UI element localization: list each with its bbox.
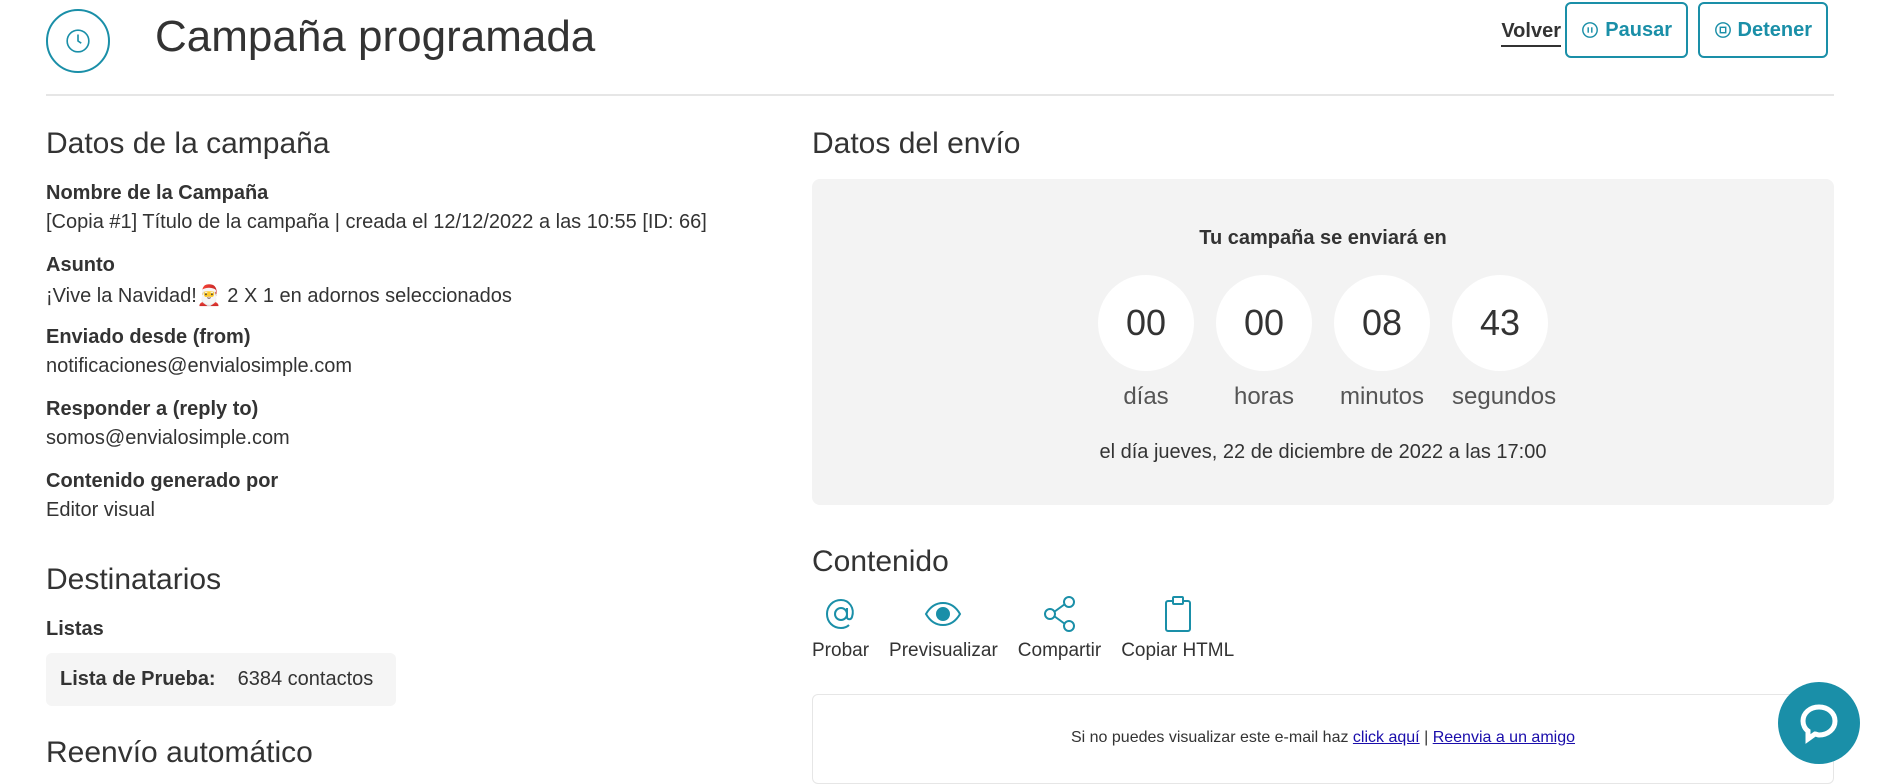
list-item: Lista de Prueba: 6384 contactos: [46, 653, 396, 706]
clock-icon: [46, 9, 110, 73]
countdown-seconds-label: segundos: [1452, 383, 1557, 410]
list-count: 6384 contactos: [237, 668, 374, 690]
send-date: el día jueves, 22 de diciembre de 2022 a…: [1099, 441, 1547, 463]
countdown-days-label: días: [1123, 383, 1169, 410]
countdown-hours: 00 horas: [1216, 275, 1312, 411]
countdown-seconds: 43 segundos: [1452, 275, 1557, 411]
countdown-units: 00 días 00 horas 08 minutos 43 segundos: [812, 275, 1834, 411]
countdown-minutes-label: minutos: [1339, 383, 1425, 410]
reply-to-value: somos@envialosimple.com: [46, 427, 290, 449]
share-icon: [1043, 596, 1075, 632]
countdown-days: 00 días: [1098, 275, 1194, 411]
click-here-link[interactable]: click aquí: [1353, 729, 1420, 746]
countdown-panel: Tu campaña se enviará en 00 días 00 hora…: [812, 179, 1834, 505]
share-button[interactable]: Compartir: [1018, 594, 1101, 662]
subject-value: ¡Vive la Navidad!🎅 2 X 1 en adornos sele…: [46, 285, 512, 307]
test-label: Probar: [812, 640, 870, 661]
content-section-title: Contenido: [812, 545, 949, 578]
countdown-minutes-value: 08: [1334, 275, 1430, 371]
campaign-name-label: Nombre de la Campaña: [46, 182, 269, 204]
shipment-section-title: Datos del envío: [812, 127, 1021, 160]
content-by-value: Editor visual: [46, 499, 155, 521]
countdown-hours-value: 00: [1216, 275, 1312, 371]
content-by-label: Contenido generado por: [46, 470, 279, 492]
countdown-seconds-value: 43: [1452, 275, 1548, 371]
content-toolbar: Probar Previsualizar Compartir Copiar HT…: [812, 594, 1254, 662]
from-label: Enviado desde (from): [46, 326, 251, 348]
preview-header-text: Si no puedes visualizar este e-mail haz …: [813, 729, 1833, 747]
chat-button[interactable]: [1778, 682, 1860, 764]
test-button[interactable]: Probar: [812, 594, 869, 662]
page-header: Campaña programada Volver Pausar Detener: [46, 0, 1834, 96]
countdown-minutes: 08 minutos: [1334, 275, 1430, 411]
preview-separator: |: [1424, 729, 1429, 746]
campaign-section-title: Datos de la campaña: [46, 127, 330, 160]
pause-button[interactable]: Pausar: [1565, 2, 1688, 58]
recipients-section-title: Destinatarios: [46, 563, 222, 596]
countdown-title: Tu campaña se enviará en: [1199, 227, 1447, 249]
stop-button[interactable]: Detener: [1697, 2, 1828, 58]
stop-label: Detener: [1737, 18, 1812, 41]
copy-html-button[interactable]: Copiar HTML: [1121, 594, 1234, 662]
at-icon: [825, 598, 854, 630]
list-name: Lista de Prueba:: [60, 668, 216, 690]
back-button[interactable]: Volver: [1501, 20, 1561, 47]
forward-section-title: Reenvío automático: [46, 736, 313, 769]
preview-button[interactable]: Previsualizar: [889, 594, 998, 662]
countdown-hours-label: horas: [1233, 383, 1295, 410]
email-preview: Si no puedes visualizar este e-mail haz …: [812, 694, 1834, 784]
forward-friend-link[interactable]: Reenvia a un amigo: [1433, 729, 1575, 746]
chat-bubble-icon: [1800, 704, 1838, 744]
preview-prefix: Si no puedes visualizar este e-mail haz: [1070, 729, 1349, 746]
lists-label: Listas: [46, 618, 104, 640]
from-value: notificaciones@envialosimple.com: [46, 355, 352, 377]
campaign-name-value: [Copia #1] Título de la campaña | creada…: [46, 211, 707, 233]
eye-icon: [925, 601, 962, 627]
countdown-days-value: 00: [1098, 275, 1194, 371]
share-label: Compartir: [1017, 640, 1102, 661]
stop-icon: [1714, 22, 1731, 38]
pause-label: Pausar: [1605, 18, 1672, 41]
subject-label: Asunto: [46, 254, 115, 276]
clipboard-icon: [1164, 596, 1191, 632]
pause-icon: [1582, 22, 1599, 38]
page-title: Campaña programada: [155, 12, 596, 61]
reply-to-label: Responder a (reply to): [46, 398, 259, 420]
copy-html-label: Copiar HTML: [1121, 640, 1235, 661]
preview-label: Previsualizar: [889, 640, 998, 661]
